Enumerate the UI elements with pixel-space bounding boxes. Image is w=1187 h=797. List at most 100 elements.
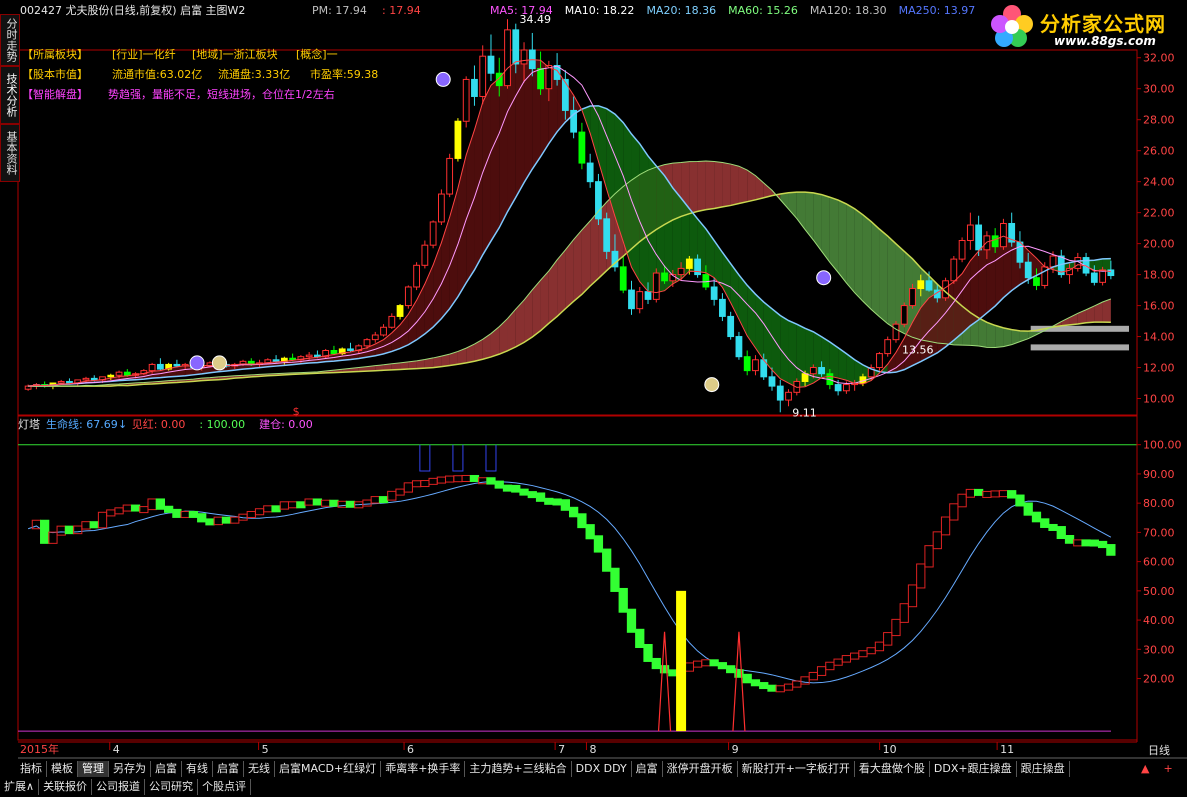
- indicator-step: [197, 513, 207, 523]
- toolbar-button[interactable]: 有线: [182, 761, 213, 777]
- x-axis-year: 2015年: [20, 743, 59, 756]
- indicator-step: [81, 521, 91, 530]
- indicator-step: [560, 499, 571, 511]
- indicator-step: [461, 474, 471, 482]
- side-tab-technical[interactable]: 技术分析: [0, 66, 20, 124]
- indicator-step: [891, 618, 901, 637]
- short-trend-band: [433, 242, 442, 328]
- bottom-tab[interactable]: 公司研究: [145, 779, 199, 795]
- short-trend-band: [705, 228, 715, 278]
- toolbar-button[interactable]: 另存为: [109, 761, 151, 777]
- info-tag-capital: 【股本市值】: [22, 68, 88, 81]
- indicator-step: [957, 493, 967, 508]
- toolbar-button[interactable]: 乖离率+换手率: [381, 761, 466, 777]
- toolbar-button[interactable]: 主力趋势+三线粘合: [465, 761, 572, 777]
- toolbar-button[interactable]: 涨停开盘开板: [663, 761, 738, 777]
- candle: [884, 339, 892, 355]
- long-trend-band: [714, 161, 723, 209]
- scroll-up-icon[interactable]: ▲: [1137, 761, 1153, 777]
- short-trend-band: [639, 143, 649, 292]
- indicator-toolbar: 指标 模板 管理 另存为 启富 有线 启富 无线 启富MACD+红绿灯 乖离率+换手率 主力趋势+三…: [16, 761, 1070, 777]
- bottom-tab[interactable]: 扩展∧: [0, 779, 40, 795]
- bottom-tab[interactable]: 公司报道: [92, 779, 146, 795]
- toolbar-button[interactable]: 启富: [151, 761, 182, 777]
- chart-canvas[interactable]: 34.499.1113.56$ 10.0012.0014.0016.0018.0…: [0, 0, 1187, 797]
- indicator-step: [73, 525, 83, 535]
- price-tick-label: 16.00: [1143, 300, 1175, 313]
- candle: [983, 235, 991, 251]
- indicator-step: [1007, 490, 1017, 499]
- candle: [66, 380, 73, 384]
- indicator-step: [1040, 518, 1050, 528]
- long-trend-band: [986, 322, 996, 348]
- candle: [892, 323, 900, 341]
- candle: [421, 244, 429, 266]
- candle: [1000, 222, 1007, 248]
- indicator-step: [866, 647, 876, 655]
- candle: [520, 49, 528, 65]
- indicator-step: [172, 508, 182, 518]
- price-tick-label: 24.00: [1143, 176, 1175, 189]
- price-tick-label: 14.00: [1143, 331, 1175, 344]
- candle: [636, 291, 644, 310]
- indicator-step: [800, 676, 810, 685]
- indicator-step: [387, 490, 397, 501]
- indicator-step: [436, 476, 447, 484]
- toolbar-button[interactable]: 管理: [78, 761, 109, 777]
- bottom-tab[interactable]: 个股点评: [198, 779, 252, 795]
- long-trend-band: [540, 270, 549, 331]
- indicator-step: [924, 545, 934, 568]
- candle: [752, 359, 759, 372]
- side-tab-intraday[interactable]: 分时走势: [0, 14, 20, 66]
- toolbar-button[interactable]: 跟庄操盘: [1017, 761, 1070, 777]
- zoom-out-icon[interactable]: -: [1183, 761, 1187, 777]
- indicator-step: [701, 659, 711, 667]
- price-tick-label: 30.00: [1143, 83, 1175, 96]
- toolbar-button[interactable]: 无线: [244, 761, 275, 777]
- price-flag: : 17.94: [382, 4, 421, 17]
- period-label: 日线: [1148, 744, 1170, 757]
- candle: [603, 218, 611, 252]
- nav-buttons: ▲ + -: [1137, 761, 1187, 777]
- toolbar-button[interactable]: DDX DDY: [572, 761, 632, 777]
- indicator-step: [279, 501, 289, 510]
- toolbar-button[interactable]: 指标: [16, 761, 47, 777]
- long-trend-band: [557, 249, 566, 317]
- indicator-step: [940, 516, 951, 536]
- toolbar-button[interactable]: 模板: [47, 761, 78, 777]
- long-trend-band: [722, 162, 731, 207]
- long-trend-band: [854, 208, 863, 302]
- candle: [396, 305, 404, 317]
- short-trend-band: [524, 59, 533, 183]
- indicator-step: [684, 662, 694, 672]
- indicator-step: [535, 492, 546, 502]
- price-tick-label: 12.00: [1143, 362, 1175, 375]
- toolbar-button[interactable]: DDX+跟庄操盘: [930, 761, 1017, 777]
- indicator-step: [742, 673, 752, 684]
- long-trend-band: [1086, 305, 1095, 323]
- candle: [156, 363, 164, 370]
- indicator-step: [602, 548, 612, 572]
- long-trend-band: [474, 339, 483, 362]
- toolbar-button[interactable]: 启富MACD+红绿灯: [275, 761, 382, 777]
- info-concept: [概念]一: [296, 48, 338, 61]
- indicator-step: [345, 500, 356, 508]
- toolbar-button[interactable]: 启富: [632, 761, 663, 777]
- toolbar-button[interactable]: 看大盘做个股: [855, 761, 930, 777]
- toolbar-button[interactable]: 启富: [213, 761, 244, 777]
- ma-legend-item: MA120: 18.30: [809, 4, 887, 17]
- bottom-tab[interactable]: 关联报价: [39, 779, 93, 795]
- candle: [487, 55, 495, 74]
- price-tick-label: 18.00: [1143, 269, 1175, 282]
- indicator-step: [635, 628, 645, 648]
- short-trend-band: [780, 315, 789, 384]
- zoom-in-icon[interactable]: +: [1159, 761, 1176, 777]
- indicator-step: [97, 511, 108, 529]
- side-tab-fundamental[interactable]: 基本资料: [0, 124, 20, 182]
- indicator-step: [263, 505, 273, 513]
- indicator-step: [577, 513, 587, 529]
- candle: [371, 334, 379, 341]
- toolbar-button[interactable]: 新股打开+一字板打开: [738, 761, 855, 777]
- x-axis-month: 9: [731, 743, 739, 756]
- short-trend-band: [771, 308, 781, 379]
